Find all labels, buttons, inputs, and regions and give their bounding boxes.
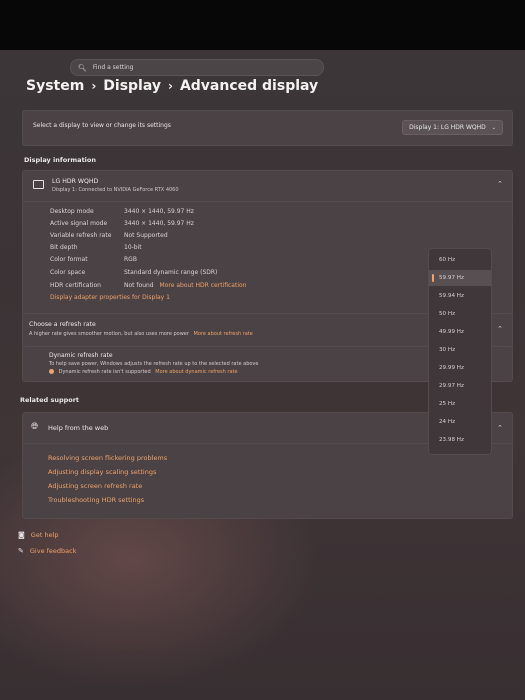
row-label: Desktop mode xyxy=(50,208,94,215)
get-help-label: Get help xyxy=(30,531,59,539)
refresh-option[interactable]: 25 Hz xyxy=(429,396,491,412)
refresh-option[interactable]: 29.99 Hz xyxy=(429,360,491,376)
chevron-down-icon: ⌄ xyxy=(491,124,496,131)
display-info-header[interactable]: LG HDR WQHD Display 1: Connected to NVID… xyxy=(23,171,512,202)
breadcrumb-display[interactable]: Display xyxy=(103,78,161,94)
monitor-icon xyxy=(33,180,44,189)
help-link[interactable]: Adjusting screen refresh rate xyxy=(48,482,142,490)
related-support-heading: Related support xyxy=(20,396,80,404)
hdr-cert-link[interactable]: More about HDR certification xyxy=(160,282,247,289)
feedback-icon: ✎ xyxy=(18,547,24,555)
display-info-heading: Display information xyxy=(24,156,97,164)
row-value: 10-bit xyxy=(124,244,142,251)
search-icon: 🔍︎ xyxy=(78,63,87,72)
adapter-properties-link[interactable]: Display adapter properties for Display 1 xyxy=(50,294,170,301)
refresh-option[interactable]: 50 Hz xyxy=(429,306,491,322)
refresh-rate-link[interactable]: More about refresh rate xyxy=(194,331,253,337)
give-feedback-label: Give feedback xyxy=(29,547,77,555)
row-value: RGB xyxy=(124,256,137,263)
row-label: Bit depth xyxy=(50,244,78,251)
settings-window: 🔍︎ Find a setting System › Display › Advance… xyxy=(0,50,525,700)
row-label: HDR certification xyxy=(50,282,101,289)
refresh-option[interactable]: 24 Hz xyxy=(429,414,491,430)
monitor-bezel xyxy=(0,0,525,52)
monitor-name: LG HDR WQHD xyxy=(52,178,99,185)
dynamic-refresh-warning-row: Dynamic refresh rate isn't supported Mor… xyxy=(49,369,238,375)
help-link[interactable]: Troubleshooting HDR settings xyxy=(48,496,144,504)
refresh-option[interactable]: 59.94 Hz xyxy=(429,288,491,304)
help-web-title: Help from the web xyxy=(48,424,109,432)
display-select-value: Display 1: LG HDR WQHD xyxy=(409,124,486,131)
breadcrumb-separator: › xyxy=(168,79,173,93)
refresh-rate-dropdown: 60 Hz 59.97 Hz 59.94 Hz 50 Hz 49.99 Hz 3… xyxy=(428,248,492,455)
refresh-option[interactable]: 23.98 Hz xyxy=(429,432,491,448)
refresh-option-selected[interactable]: 59.97 Hz xyxy=(429,270,491,286)
row-value: Standard dynamic range (SDR) xyxy=(124,269,218,276)
row-label: Variable refresh rate xyxy=(50,232,112,239)
row-label: Color space xyxy=(50,269,86,276)
dynamic-refresh-warning: Dynamic refresh rate isn't supported xyxy=(58,369,151,375)
row-value: 3440 × 1440, 59.97 Hz xyxy=(124,208,194,215)
display-select-dropdown[interactable]: Display 1: LG HDR WQHD ⌄ xyxy=(402,120,503,135)
search-placeholder: Find a setting xyxy=(92,64,134,71)
row-value: 3440 × 1440, 59.97 Hz xyxy=(124,220,194,227)
chevron-up-icon[interactable]: ⌃ xyxy=(497,424,503,432)
monitor-connection: Display 1: Connected to NVIDIA GeForce R… xyxy=(52,187,179,193)
page-title: Advanced display xyxy=(179,78,319,94)
dynamic-refresh-title: Dynamic refresh rate xyxy=(49,352,113,359)
help-icon: ◙ xyxy=(18,531,25,539)
breadcrumb-separator: › xyxy=(91,79,97,93)
dynamic-refresh-desc: To help save power, Windows adjusts the … xyxy=(49,361,259,367)
refresh-option[interactable]: 49.99 Hz xyxy=(429,324,491,340)
give-feedback-link[interactable]: ✎ Give feedback xyxy=(18,547,77,555)
select-display-card: Select a display to view or change its s… xyxy=(22,110,513,146)
refresh-rate-title: Choose a refresh rate xyxy=(29,321,96,328)
hdr-status: Not found xyxy=(124,282,154,289)
refresh-option[interactable]: 60 Hz xyxy=(429,252,491,268)
help-link[interactable]: Adjusting display scaling settings xyxy=(48,468,156,476)
row-value: Not found More about HDR certification xyxy=(124,282,246,289)
chevron-up-icon[interactable]: ⌃ xyxy=(497,180,503,188)
row-label: Color format xyxy=(50,256,88,263)
help-link[interactable]: Resolving screen flickering problems xyxy=(48,454,167,462)
select-display-label: Select a display to view or change its s… xyxy=(33,122,171,129)
refresh-rate-description: A higher rate gives smoother motion, but… xyxy=(29,331,189,337)
breadcrumb: System › Display › Advanced display xyxy=(26,78,318,94)
dynamic-refresh-link[interactable]: More about dynamic refresh rate xyxy=(155,369,237,375)
globe-icon: 🌐︎ xyxy=(31,422,39,432)
refresh-option[interactable]: 30 Hz xyxy=(429,342,491,358)
refresh-option[interactable]: 29.97 Hz xyxy=(429,378,491,394)
breadcrumb-system[interactable]: System xyxy=(26,78,84,94)
row-label: Active signal mode xyxy=(50,220,108,227)
row-value: Not Supported xyxy=(124,232,168,239)
refresh-rate-desc: A higher rate gives smoother motion, but… xyxy=(29,331,253,337)
search-input[interactable]: 🔍︎ Find a setting xyxy=(70,59,324,76)
get-help-link[interactable]: ◙ Get help xyxy=(18,531,59,539)
chevron-up-icon[interactable]: ⌃ xyxy=(497,325,503,333)
warning-icon xyxy=(49,369,54,374)
